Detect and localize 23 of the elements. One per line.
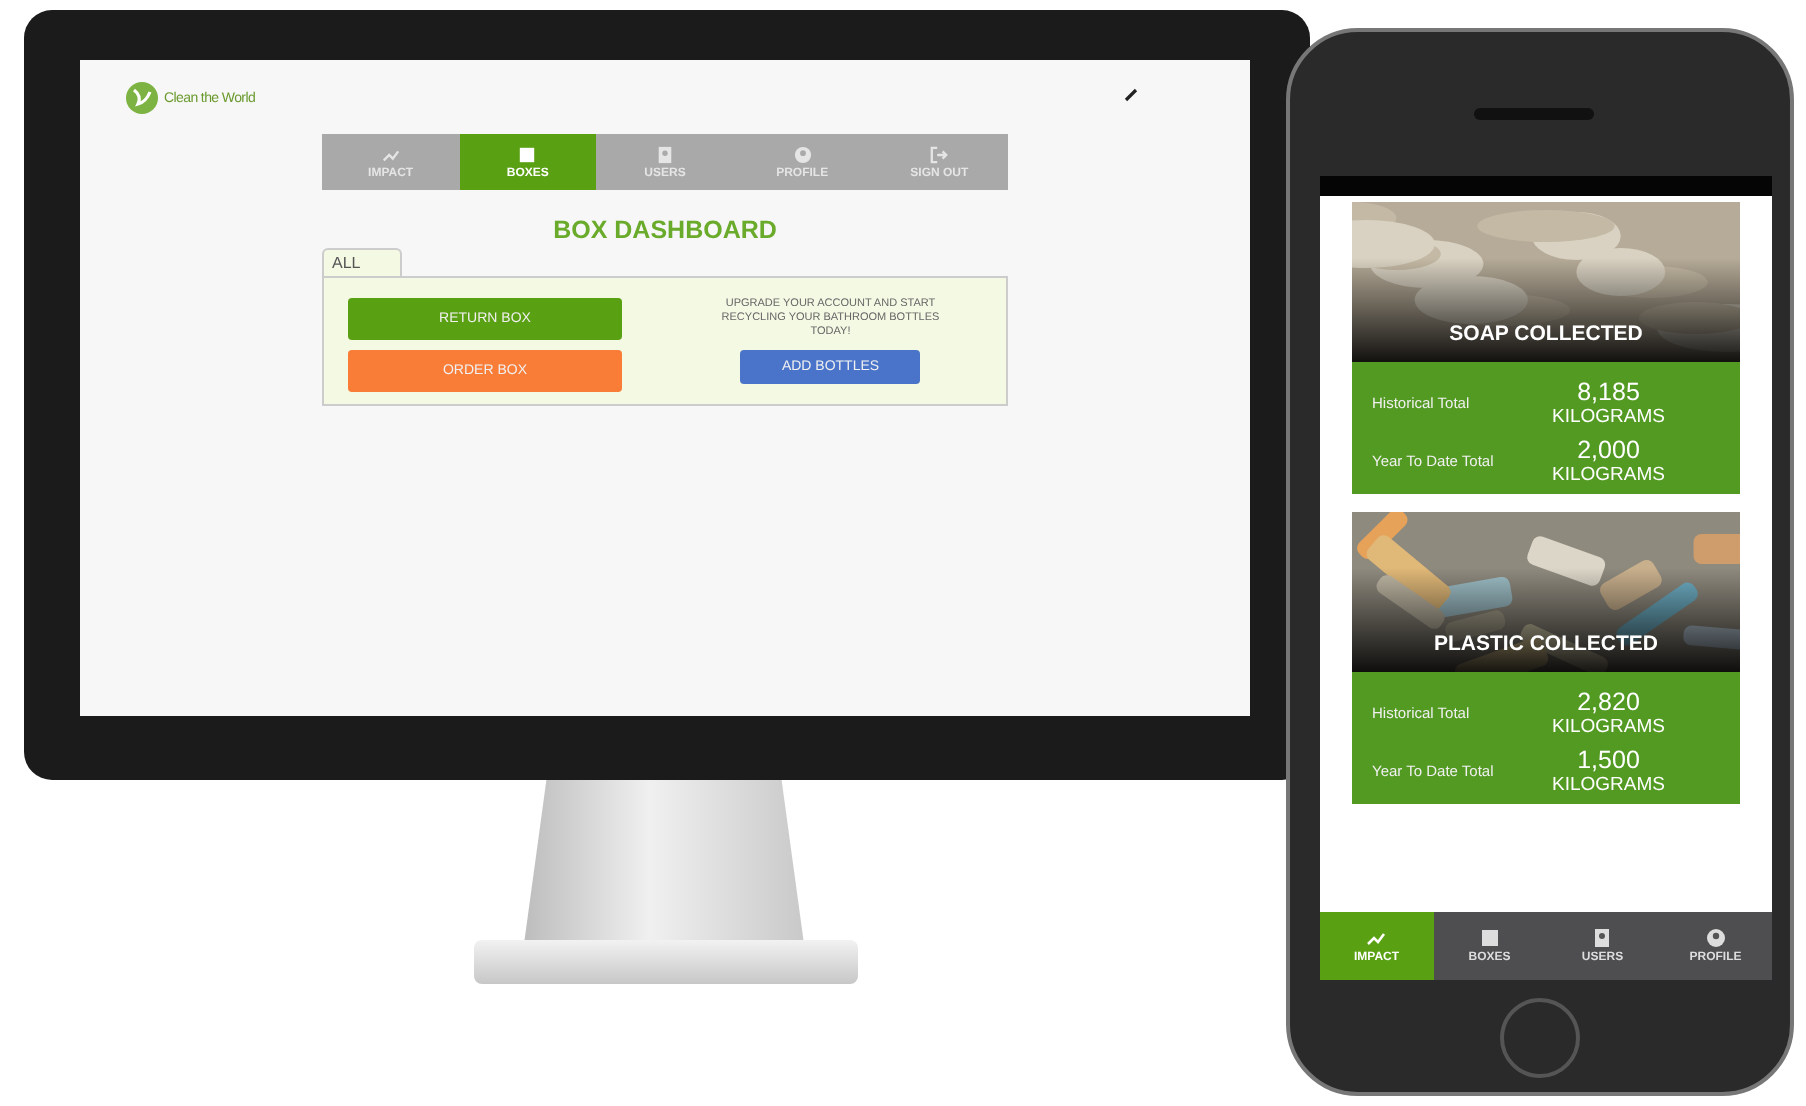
filter-tab[interactable]: ALL bbox=[322, 248, 403, 276]
box-icon bbox=[518, 145, 537, 163]
card-title: SOAP COLLECTED bbox=[1447, 322, 1645, 346]
dashboard-heading: BOX DASHBOARD bbox=[553, 216, 777, 244]
user-card-icon bbox=[656, 145, 674, 163]
stat-value: 8,185 bbox=[1577, 378, 1640, 406]
card-title: PLASTIC COLLECTED bbox=[1432, 632, 1660, 656]
profile-icon bbox=[1705, 928, 1726, 948]
pencil-icon[interactable] bbox=[1124, 88, 1138, 102]
stat-unit: KILOGRAMS bbox=[1552, 406, 1665, 428]
stat-value: 2,000 bbox=[1577, 436, 1640, 464]
user-card-icon bbox=[1592, 928, 1613, 948]
box-icon bbox=[1479, 928, 1500, 948]
stat-unit: KILOGRAMS bbox=[1552, 464, 1665, 486]
profile-icon bbox=[793, 145, 812, 163]
stat-value: 2,820 bbox=[1577, 688, 1640, 716]
chart-icon bbox=[1366, 928, 1387, 948]
stat-value: 1,500 bbox=[1577, 746, 1640, 774]
sign-out-icon bbox=[930, 145, 949, 163]
stat-unit: KILOGRAMS bbox=[1552, 774, 1665, 796]
globe-logo-icon bbox=[124, 80, 160, 116]
chart-icon bbox=[381, 145, 400, 163]
stat-unit: KILOGRAMS bbox=[1552, 716, 1665, 738]
